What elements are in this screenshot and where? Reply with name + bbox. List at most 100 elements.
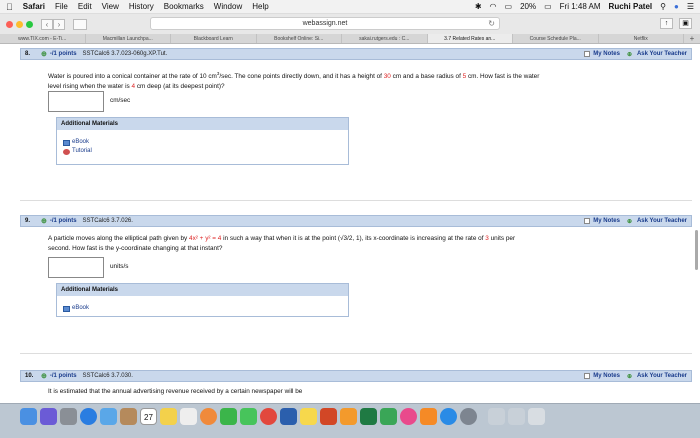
siri-icon[interactable]: ● xyxy=(674,2,679,11)
menu-history[interactable]: History xyxy=(129,2,154,11)
spotlight-icon[interactable]: ⚲ xyxy=(660,2,666,11)
my-notes-label[interactable]: My Notes xyxy=(593,51,620,57)
question-number: 8. xyxy=(25,51,31,57)
q9-ebook-label[interactable]: eBook xyxy=(72,304,89,313)
zoom-window-icon[interactable] xyxy=(26,20,33,28)
new-tab-button[interactable]: + xyxy=(684,34,700,43)
excel-icon[interactable] xyxy=(360,408,377,425)
siri-dock-icon[interactable] xyxy=(40,408,57,425)
menu-view[interactable]: View xyxy=(102,2,119,11)
q8-tutorial-link[interactable]: Tutorial xyxy=(57,147,348,156)
my-notes-label[interactable]: My Notes xyxy=(593,218,620,224)
safari-icon[interactable] xyxy=(80,408,97,425)
my-notes[interactable]: My Notes ⊕ Ask Your Teacher xyxy=(584,51,687,58)
facetime-icon[interactable] xyxy=(220,408,237,425)
battery-percent[interactable]: 20% xyxy=(520,2,536,11)
q8-additional-materials: Additional Materials eBook Tutorial xyxy=(56,117,349,165)
back-button[interactable]: ‹ xyxy=(41,18,53,30)
downloads-icon[interactable] xyxy=(508,408,525,425)
reload-icon[interactable]: ↻ xyxy=(488,18,495,30)
address-bar[interactable]: webassign.net ↻ xyxy=(150,17,500,30)
notes-checkbox[interactable] xyxy=(584,218,591,224)
notes-icon[interactable] xyxy=(160,408,177,425)
apple-icon[interactable]:  xyxy=(6,2,13,12)
ibooks-icon[interactable] xyxy=(420,408,437,425)
menu-window[interactable]: Window xyxy=(214,2,242,11)
notification-center-icon[interactable]: ☰ xyxy=(687,2,694,11)
menu-help[interactable]: Help xyxy=(252,2,268,11)
menu-edit[interactable]: Edit xyxy=(78,2,92,11)
ask-teacher-link[interactable]: Ask Your Teacher xyxy=(637,218,687,224)
calendar-icon[interactable]: 27 xyxy=(140,408,157,425)
powerpoint-icon[interactable] xyxy=(320,408,337,425)
tab-course-schedule[interactable]: Course Schedule Pla... xyxy=(513,34,599,43)
ask-plus-icon[interactable]: ⊕ xyxy=(627,373,632,380)
minimize-window-icon[interactable] xyxy=(16,20,23,28)
share-icon[interactable]: ↑ xyxy=(660,18,673,29)
window-controls xyxy=(6,20,33,28)
tab-macmillan[interactable]: Macmillan Launchpa... xyxy=(86,34,171,43)
tab-bookshelf[interactable]: Bookshelf Online: Si... xyxy=(257,34,342,43)
menu-app[interactable]: Safari xyxy=(23,2,45,11)
ask-teacher-link[interactable]: Ask Your Teacher xyxy=(637,373,687,379)
close-window-icon[interactable] xyxy=(6,20,13,28)
bluetooth-icon[interactable]: ✱ xyxy=(475,2,482,11)
trash-icon[interactable] xyxy=(528,408,545,425)
my-notes[interactable]: My Notes ⊕ Ask Your Teacher xyxy=(584,373,687,380)
numbers-icon[interactable] xyxy=(380,408,397,425)
ask-teacher-link[interactable]: Ask Your Teacher xyxy=(637,51,687,57)
tab-tix[interactable]: www.TIX.com - E-Ti... xyxy=(0,34,86,43)
q8-tutorial-label[interactable]: Tutorial xyxy=(72,147,92,156)
notes-checkbox[interactable] xyxy=(584,51,591,57)
sidebar-button[interactable] xyxy=(73,18,87,30)
tab-related-rates[interactable]: 3.7 Related Rates an... xyxy=(427,34,513,43)
tab-sakai[interactable]: sakai.rutgers.edu : C... xyxy=(342,34,428,43)
page-scrollbar[interactable] xyxy=(695,230,698,270)
pages-icon[interactable] xyxy=(340,408,357,425)
word-icon[interactable] xyxy=(280,408,297,425)
mail-icon[interactable] xyxy=(100,408,117,425)
q9-text-line2: second. How fast is the y-coordinate cha… xyxy=(48,245,223,252)
expand-icon[interactable]: ⊕ xyxy=(41,50,47,58)
help-icon[interactable] xyxy=(488,408,505,425)
tutorial-icon xyxy=(63,148,70,155)
my-notes-label[interactable]: My Notes xyxy=(593,373,620,379)
battery-icon[interactable]: ▭ xyxy=(544,2,552,11)
notes-checkbox[interactable] xyxy=(584,373,591,379)
tab-blackboard[interactable]: Blackboard Learn xyxy=(171,34,257,43)
question-9-header: 9. ⊕ -/1 points SSTCalc6 3.7.026. My Not… xyxy=(20,215,692,227)
finder-icon[interactable] xyxy=(20,408,37,425)
q8-answer-input[interactable] xyxy=(48,91,104,112)
photos-icon[interactable] xyxy=(200,408,217,425)
system-preferences-icon[interactable] xyxy=(460,408,477,425)
expand-icon[interactable]: ⊕ xyxy=(41,372,47,380)
forward-button[interactable]: › xyxy=(53,18,65,30)
q9-additional-materials: Additional Materials eBook xyxy=(56,283,349,317)
messages-icon[interactable] xyxy=(240,408,257,425)
wifi-icon[interactable]: ◠ xyxy=(490,2,497,11)
itunes-icon[interactable] xyxy=(400,408,417,425)
reminders-icon[interactable] xyxy=(180,408,197,425)
ask-plus-icon[interactable]: ⊕ xyxy=(627,51,632,58)
q9-ebook-link[interactable]: eBook xyxy=(57,304,348,313)
contacts-icon[interactable] xyxy=(120,408,137,425)
q9-answer-input[interactable] xyxy=(48,257,104,278)
menu-bookmarks[interactable]: Bookmarks xyxy=(164,2,204,11)
q8-ebook-label[interactable]: eBook xyxy=(72,138,89,147)
expand-icon[interactable]: ⊕ xyxy=(41,217,47,225)
chrome-icon[interactable] xyxy=(260,408,277,425)
q9-text-d: units per xyxy=(488,235,516,242)
launchpad-icon[interactable] xyxy=(60,408,77,425)
ask-plus-icon[interactable]: ⊕ xyxy=(627,218,632,225)
my-notes[interactable]: My Notes ⊕ Ask Your Teacher xyxy=(584,218,687,225)
tab-overview-icon[interactable]: ▣ xyxy=(679,18,692,29)
user-name[interactable]: Ruchi Patel xyxy=(609,2,653,11)
tab-netflix[interactable]: Netflix xyxy=(599,34,684,43)
q8-ebook-link[interactable]: eBook xyxy=(57,138,348,147)
menu-file[interactable]: File xyxy=(55,2,68,11)
stickies-icon[interactable] xyxy=(300,408,317,425)
appstore-icon[interactable] xyxy=(440,408,457,425)
airplay-icon[interactable]: ▭ xyxy=(505,2,513,11)
clock[interactable]: Fri 1:48 AM xyxy=(560,2,601,11)
menu-bar:  Safari File Edit View History Bookmark… xyxy=(0,0,700,14)
